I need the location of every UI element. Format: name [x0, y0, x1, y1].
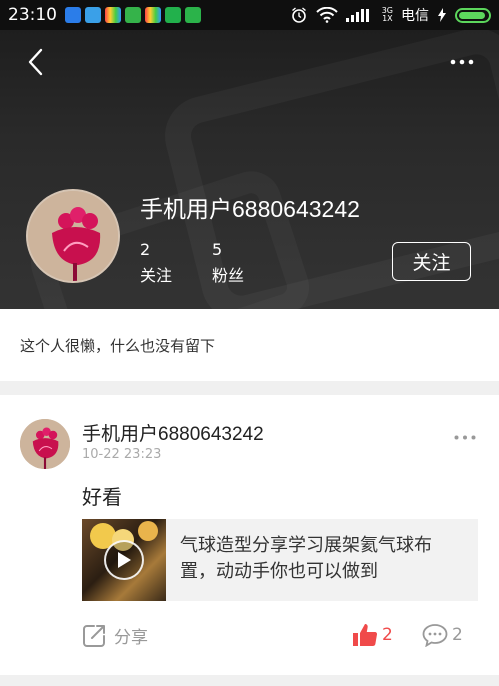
network-type-bottom: 1X — [382, 14, 393, 23]
more-icon — [454, 435, 476, 439]
play-button[interactable] — [104, 540, 144, 580]
avatar-flower-image — [20, 419, 70, 469]
post-actions: 分享 2 2 — [0, 623, 499, 659]
post-card: 手机用户6880643242 10-22 23:23 好看 气球造型分享学习展架… — [0, 395, 499, 686]
like-button[interactable]: 2 — [352, 623, 393, 647]
back-icon — [28, 48, 43, 76]
status-bar: 23:10 3G 1X 电信 — [0, 0, 499, 30]
profile-header: 23:10 3G 1X 电信 手机用户6880643242 2 关注 5 粉丝 … — [0, 0, 499, 309]
video-thumbnail — [82, 519, 166, 601]
like-count: 2 — [382, 625, 393, 645]
followers-count: 5 — [212, 240, 223, 259]
status-time: 23:10 — [8, 5, 57, 25]
charging-icon — [438, 8, 446, 22]
comment-icon — [422, 624, 448, 647]
app-notification-icon — [85, 7, 101, 23]
app-notification-icon — [125, 7, 141, 23]
post-divider — [0, 675, 499, 686]
thumbs-up-icon — [353, 624, 378, 646]
post-author-avatar[interactable] — [20, 419, 70, 469]
comment-button[interactable]: 2 — [422, 623, 463, 647]
following-stat[interactable]: 2 关注 — [140, 240, 172, 286]
play-icon — [118, 552, 131, 568]
app-notification-icon — [65, 7, 81, 23]
profile-stats: 2 关注 5 粉丝 — [140, 240, 244, 286]
app-notification-icon — [185, 7, 201, 23]
carrier-name: 电信 — [401, 8, 429, 24]
share-icon — [83, 624, 105, 647]
section-divider — [0, 381, 499, 395]
share-button[interactable]: 分享 — [82, 623, 148, 648]
signal-icon — [345, 9, 369, 22]
app-notification-icon — [165, 7, 181, 23]
post-text: 好看 — [82, 485, 122, 509]
shared-video-title: 气球造型分享学习展架氦气球布置，动动手你也可以做到 — [180, 535, 432, 582]
notification-icons — [65, 7, 201, 23]
profile-username: 手机用户6880643242 — [140, 196, 360, 222]
alarm-icon — [291, 7, 306, 23]
more-options-button[interactable] — [447, 50, 477, 74]
shared-video-card[interactable]: 气球造型分享学习展架氦气球布置，动动手你也可以做到 — [82, 519, 478, 601]
app-notification-icon — [145, 7, 161, 23]
follow-button[interactable]: 关注 — [392, 242, 471, 281]
following-count: 2 — [140, 240, 151, 259]
following-label: 关注 — [140, 266, 173, 285]
share-label: 分享 — [114, 628, 148, 648]
network-type: 3G 1X — [382, 7, 393, 23]
profile-bio: 这个人很懒，什么也没有留下 — [0, 309, 499, 381]
followers-stat[interactable]: 5 粉丝 — [212, 240, 244, 286]
more-icon — [450, 59, 474, 65]
back-button[interactable] — [20, 44, 50, 80]
app-notification-icon — [105, 7, 121, 23]
post-more-button[interactable] — [451, 427, 479, 447]
comment-count: 2 — [452, 625, 463, 645]
post-author-name[interactable]: 手机用户6880643242 — [82, 419, 264, 446]
post-timestamp: 10-22 23:23 — [82, 447, 162, 462]
followers-label: 粉丝 — [212, 266, 245, 285]
wifi-icon — [315, 7, 338, 23]
avatar-flower-image — [28, 191, 118, 281]
profile-avatar[interactable] — [26, 189, 120, 283]
battery-icon — [455, 7, 491, 23]
balloon-shape — [138, 521, 158, 541]
